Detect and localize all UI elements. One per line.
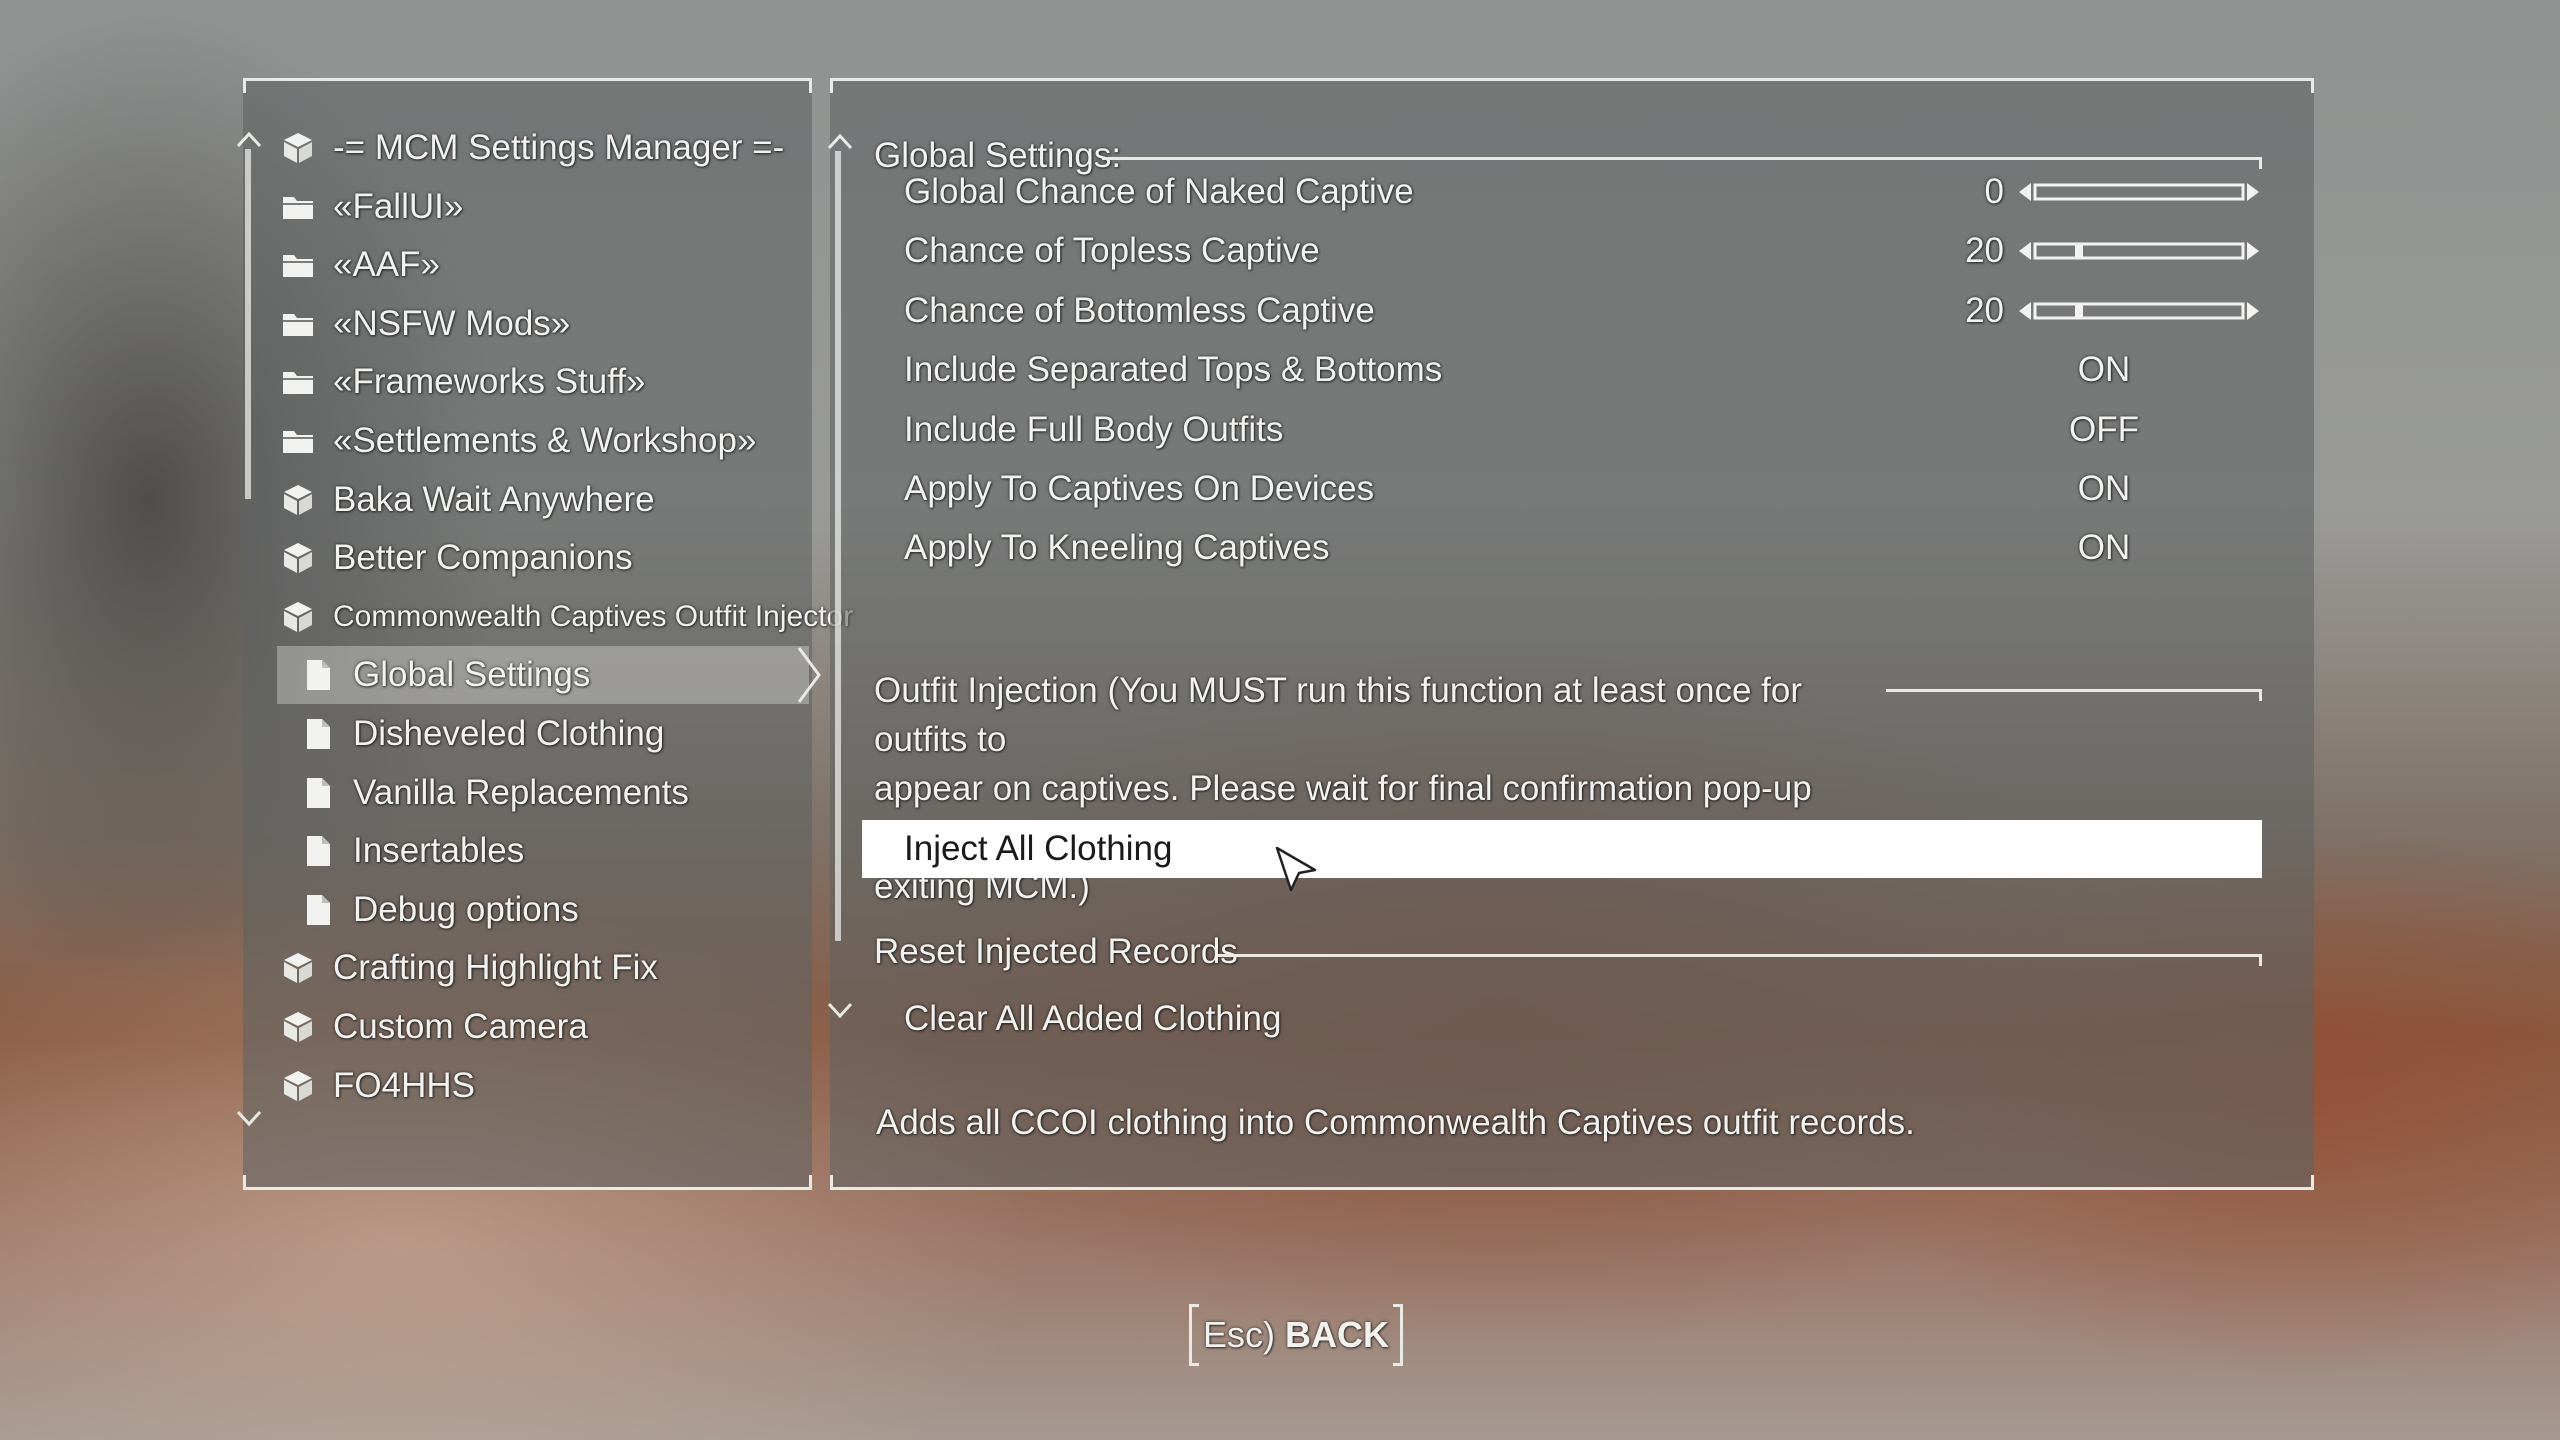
inject-all-clothing-button[interactable]: Inject All Clothing	[862, 820, 2262, 878]
sidebar-item-label: -= MCM Settings Manager =-	[333, 128, 785, 167]
folder-icon	[279, 246, 317, 284]
sidebar-item-baka-wait-anywhere[interactable]: Baka Wait Anywhere	[279, 471, 655, 529]
sidebar-item-label: Vanilla Replacements	[353, 772, 689, 812]
back-button[interactable]: Esc) BACK	[1189, 1304, 1403, 1366]
sidebar-item-debug-options[interactable]: Debug options	[299, 881, 579, 939]
chevron-right-icon	[793, 646, 823, 704]
sidebar-item-label: Baka Wait Anywhere	[333, 479, 655, 519]
sidebar-item-better-companions[interactable]: Better Companions	[279, 529, 633, 587]
inject-all-clothing-label: Inject All Clothing	[904, 829, 1173, 868]
sidebar-item-fo4hhs[interactable]: FO4HHS	[279, 1057, 475, 1115]
scroll-down-icon[interactable]	[235, 1109, 263, 1129]
settings-scroll-down-icon[interactable]	[826, 1001, 854, 1021]
sidebar-item-label: Insertables	[353, 831, 525, 871]
mod-list-scrollbar[interactable]	[245, 149, 251, 499]
toggle-value: ON	[2077, 350, 2131, 390]
sidebar-item-label: «AAF»	[333, 245, 440, 285]
option-description: Adds all CCOI clothing into Commonwealth…	[876, 1103, 1915, 1142]
mouse-cursor-icon	[1275, 846, 1317, 892]
sidebar-item-label: Better Companions	[333, 538, 633, 578]
sidebar-item-aaf[interactable]: «AAF»	[279, 236, 440, 294]
option-label: Include Separated Tops & Bottoms	[904, 350, 1443, 390]
sidebar-item-label: Commonwealth Captives Outfit Injector	[333, 599, 854, 633]
option-include-full-body-outfits[interactable]: Include Full Body Outfits OFF	[904, 401, 2244, 459]
sidebar-item-settlements-workshop[interactable]: «Settlements & Workshop»	[279, 412, 756, 470]
option-apply-to-captives-on-devices[interactable]: Apply To Captives On Devices ON	[904, 460, 2244, 518]
slider-track[interactable]	[2019, 301, 2259, 321]
mod-list-panel: -= MCM Settings Manager =- «FallUI» «AAF» «…	[236, 78, 853, 1190]
sidebar-item-crafting-highlight-fix[interactable]: Crafting Highlight Fix	[279, 939, 658, 997]
sidebar-item-label: Crafting Highlight Fix	[333, 948, 658, 988]
sidebar-item-label: «Settlements & Workshop»	[333, 421, 757, 460]
page-icon	[299, 774, 337, 812]
box-icon	[279, 598, 317, 636]
toggle-value: ON	[2077, 469, 2131, 508]
slider-track[interactable]	[2019, 241, 2259, 261]
page-icon	[299, 656, 337, 694]
folder-icon	[279, 363, 317, 401]
clear-all-added-clothing-button[interactable]: Clear All Added Clothing	[904, 990, 2244, 1048]
sidebar-item-label: Custom Camera	[333, 1007, 588, 1046]
box-icon	[279, 1067, 317, 1105]
section-divider	[1218, 954, 2262, 966]
toggle-value: OFF	[2069, 409, 2139, 449]
toggle-value: ON	[2077, 528, 2131, 568]
option-global-chance-of-naked-captive[interactable]: Global Chance of Naked Captive 0	[904, 163, 2259, 221]
option-label: Apply To Captives On Devices	[904, 469, 1375, 508]
sidebar-item-label: Debug options	[353, 889, 579, 929]
page-icon	[299, 715, 337, 753]
sidebar-item-frameworks-stuff[interactable]: «Frameworks Stuff»	[279, 353, 646, 411]
option-label: Apply To Kneeling Captives	[904, 528, 1330, 568]
sidebar-item-fallui[interactable]: «FallUI»	[279, 178, 463, 236]
sidebar-item-label: Disheveled Clothing	[353, 714, 665, 753]
sidebar-item-vanilla-replacements[interactable]: Vanilla Replacements	[299, 764, 689, 822]
settings-panel: Global Settings: Global Chance of Naked …	[827, 78, 2314, 1190]
sidebar-item-commonwealth-captives-outfit-injector[interactable]: Commonwealth Captives Outfit Injector	[279, 588, 853, 646]
option-apply-to-kneeling-captives[interactable]: Apply To Kneeling Captives ON	[904, 519, 2244, 577]
sidebar-item-nsfw-mods[interactable]: «NSFW Mods»	[279, 295, 570, 353]
option-label: Include Full Body Outfits	[904, 409, 1284, 449]
sidebar-item-label: Global Settings	[353, 655, 591, 695]
slider-track[interactable]	[2019, 182, 2259, 202]
page-icon	[299, 891, 337, 929]
slider-value: 20	[1965, 290, 2004, 330]
sidebar-item-insertables[interactable]: Insertables	[299, 822, 524, 880]
section-divider	[1102, 157, 2262, 169]
option-include-separated-tops-bottoms[interactable]: Include Separated Tops & Bottoms ON	[904, 341, 2244, 399]
box-icon	[279, 129, 317, 167]
box-icon	[279, 1008, 317, 1046]
box-icon	[279, 481, 317, 519]
option-chance-of-topless-captive[interactable]: Chance of Topless Captive 20	[904, 222, 2259, 280]
sidebar-item-label: «FallUI»	[333, 186, 464, 226]
sidebar-item-mcm-settings-manager[interactable]: -= MCM Settings Manager =-	[279, 119, 784, 177]
page-icon	[299, 832, 337, 870]
section-divider	[1886, 689, 2262, 701]
option-chance-of-bottomless-captive[interactable]: Chance of Bottomless Captive 20	[904, 282, 2259, 340]
sidebar-item-label: «NSFW Mods»	[333, 303, 571, 343]
settings-scrollbar[interactable]	[835, 151, 841, 941]
box-icon	[279, 949, 317, 987]
sidebar-item-global-settings[interactable]: Global Settings	[277, 646, 821, 705]
settings-scroll-up-icon[interactable]	[826, 131, 854, 151]
sidebar-item-custom-camera[interactable]: Custom Camera	[279, 998, 588, 1056]
sidebar-item-label: «Frameworks Stuff»	[333, 362, 646, 402]
sidebar-item-disheveled-clothing[interactable]: Disheveled Clothing	[299, 705, 664, 763]
box-icon	[279, 539, 317, 577]
slider-value: 0	[1984, 172, 2004, 211]
sidebar-item-label: FO4HHS	[333, 1065, 475, 1105]
folder-icon	[279, 305, 317, 343]
scroll-up-icon[interactable]	[235, 129, 263, 149]
reset-injected-records-header: Reset Injected Records	[874, 932, 1238, 971]
folder-icon	[279, 188, 317, 226]
slider-value: 20	[1965, 231, 2004, 271]
folder-icon	[279, 422, 317, 460]
